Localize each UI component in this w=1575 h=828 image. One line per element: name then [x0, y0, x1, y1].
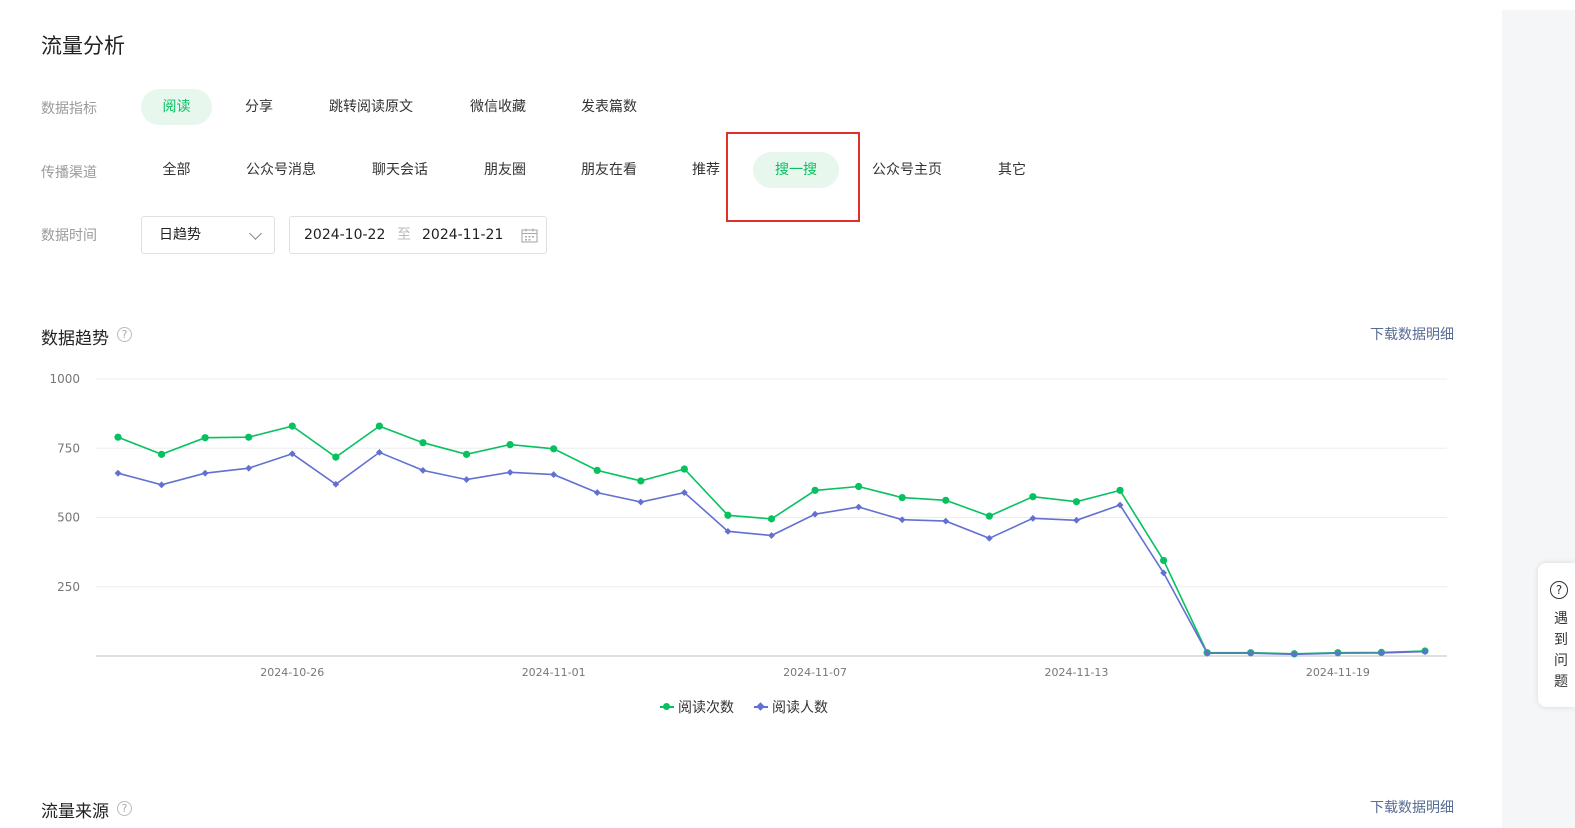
metric-tab-share[interactable]: 分享 — [231, 89, 287, 125]
channel-tab-search[interactable]: 搜一搜 — [753, 152, 839, 188]
metric-tab-post-count[interactable]: 发表篇数 — [570, 89, 648, 125]
metric-label: 数据指标 — [41, 101, 97, 117]
download-details-link[interactable]: 下载数据明细 — [1370, 797, 1454, 817]
data-point — [1029, 514, 1037, 522]
data-point — [811, 486, 819, 494]
data-point — [1116, 486, 1124, 494]
data-point — [680, 465, 688, 473]
legend-item-readers[interactable]: 阅读人数 — [754, 697, 828, 717]
legend-label-readers: 阅读人数 — [772, 700, 828, 716]
x-tick-label: 2024-11-07 — [783, 666, 847, 679]
x-tick-label: 2024-10-26 — [260, 666, 324, 679]
metric-tab-wechat-favorite[interactable]: 微信收藏 — [458, 89, 538, 125]
data-point — [158, 481, 165, 489]
data-point — [419, 439, 427, 447]
data-point — [637, 498, 645, 506]
data-point — [985, 534, 993, 542]
channel-tab-friends-watching[interactable]: 朋友在看 — [571, 152, 647, 188]
legend-item-reads[interactable]: 阅读次数 — [660, 697, 734, 717]
legend-label-reads: 阅读次数 — [678, 700, 734, 716]
date-range-picker[interactable]: 2024-10-22 至 2024-11-21 — [289, 216, 547, 254]
y-tick-label: 750 — [57, 441, 80, 455]
data-point — [245, 433, 253, 441]
data-point — [375, 422, 383, 430]
data-point — [593, 466, 601, 475]
channel-tab-other[interactable]: 其它 — [988, 152, 1036, 188]
metric-tab-read[interactable]: 阅读 — [141, 89, 212, 125]
granularity-value: 日趋势 — [159, 227, 201, 243]
granularity-select[interactable]: 日趋势 — [141, 216, 275, 254]
y-tick-label: 250 — [57, 580, 80, 594]
metric-tab-read-original[interactable]: 跳转阅读原文 — [318, 89, 424, 125]
download-details-link[interactable]: 下载数据明细 — [1370, 324, 1454, 344]
data-point — [1072, 498, 1081, 506]
x-tick-label: 2024-11-13 — [1044, 666, 1108, 679]
data-point — [114, 469, 122, 477]
data-point — [550, 471, 558, 478]
help-float-button[interactable]: ? 遇到问题 — [1538, 563, 1575, 707]
data-point — [593, 489, 601, 496]
help-label: 遇到问题 — [1554, 611, 1568, 690]
data-point — [201, 434, 209, 442]
data-point — [767, 515, 776, 523]
data-point — [157, 450, 166, 458]
data-point — [1029, 493, 1037, 501]
trend-title: 数据趋势 — [41, 329, 109, 349]
data-point — [332, 453, 340, 461]
calendar-icon — [521, 228, 538, 243]
data-point — [506, 441, 514, 449]
data-point — [637, 477, 645, 485]
y-tick-label: 1000 — [49, 372, 80, 386]
data-point — [288, 422, 296, 430]
end-date: 2024-11-21 — [422, 227, 504, 243]
legend-marker-readers — [754, 702, 768, 712]
info-icon[interactable]: ? — [117, 801, 132, 816]
x-tick-label: 2024-11-19 — [1306, 666, 1370, 679]
data-point — [550, 445, 558, 453]
y-tick-label: 500 — [57, 511, 80, 525]
series-line — [117, 451, 1426, 656]
legend-marker-reads — [660, 702, 674, 712]
data-point — [942, 496, 950, 504]
start-date: 2024-10-22 — [304, 227, 386, 243]
data-point — [898, 493, 906, 502]
trend-chart: 250 500 750 1000 2024-10-26 2024-11-01 2024-11… — [49, 372, 1447, 679]
data-point — [462, 450, 471, 458]
time-label: 数据时间 — [41, 228, 97, 244]
data-point — [942, 517, 950, 525]
channel-tab-moments[interactable]: 朋友圈 — [474, 152, 536, 188]
info-icon[interactable]: ? — [117, 327, 132, 342]
chevron-down-icon — [249, 227, 262, 240]
data-point — [855, 482, 863, 491]
date-separator: 至 — [397, 227, 411, 243]
channel-tab-all[interactable]: 全部 — [150, 152, 203, 188]
data-point — [1160, 556, 1168, 565]
data-point — [811, 510, 819, 518]
data-point — [201, 469, 209, 477]
channel-tab-official-message[interactable]: 公众号消息 — [236, 152, 326, 188]
data-point — [506, 468, 514, 476]
x-tick-label: 2024-11-01 — [522, 666, 586, 679]
channel-tab-recommend[interactable]: 推荐 — [682, 152, 730, 188]
series-line — [117, 425, 1426, 655]
channel-label: 传播渠道 — [41, 165, 97, 181]
page-title: 流量分析 — [41, 34, 125, 58]
data-point — [985, 512, 993, 520]
channel-tab-chat[interactable]: 聊天会话 — [362, 152, 438, 188]
data-point — [855, 503, 863, 511]
data-point — [245, 464, 253, 472]
data-point — [114, 433, 122, 441]
data-point — [463, 476, 470, 483]
data-point — [768, 532, 775, 539]
channel-tab-official-home[interactable]: 公众号主页 — [862, 152, 952, 188]
chart-legend: 阅读次数 阅读人数 — [660, 697, 828, 717]
question-icon: ? — [1550, 581, 1568, 599]
source-title: 流量来源 — [41, 802, 109, 822]
data-point — [724, 511, 732, 519]
data-point — [419, 467, 427, 474]
